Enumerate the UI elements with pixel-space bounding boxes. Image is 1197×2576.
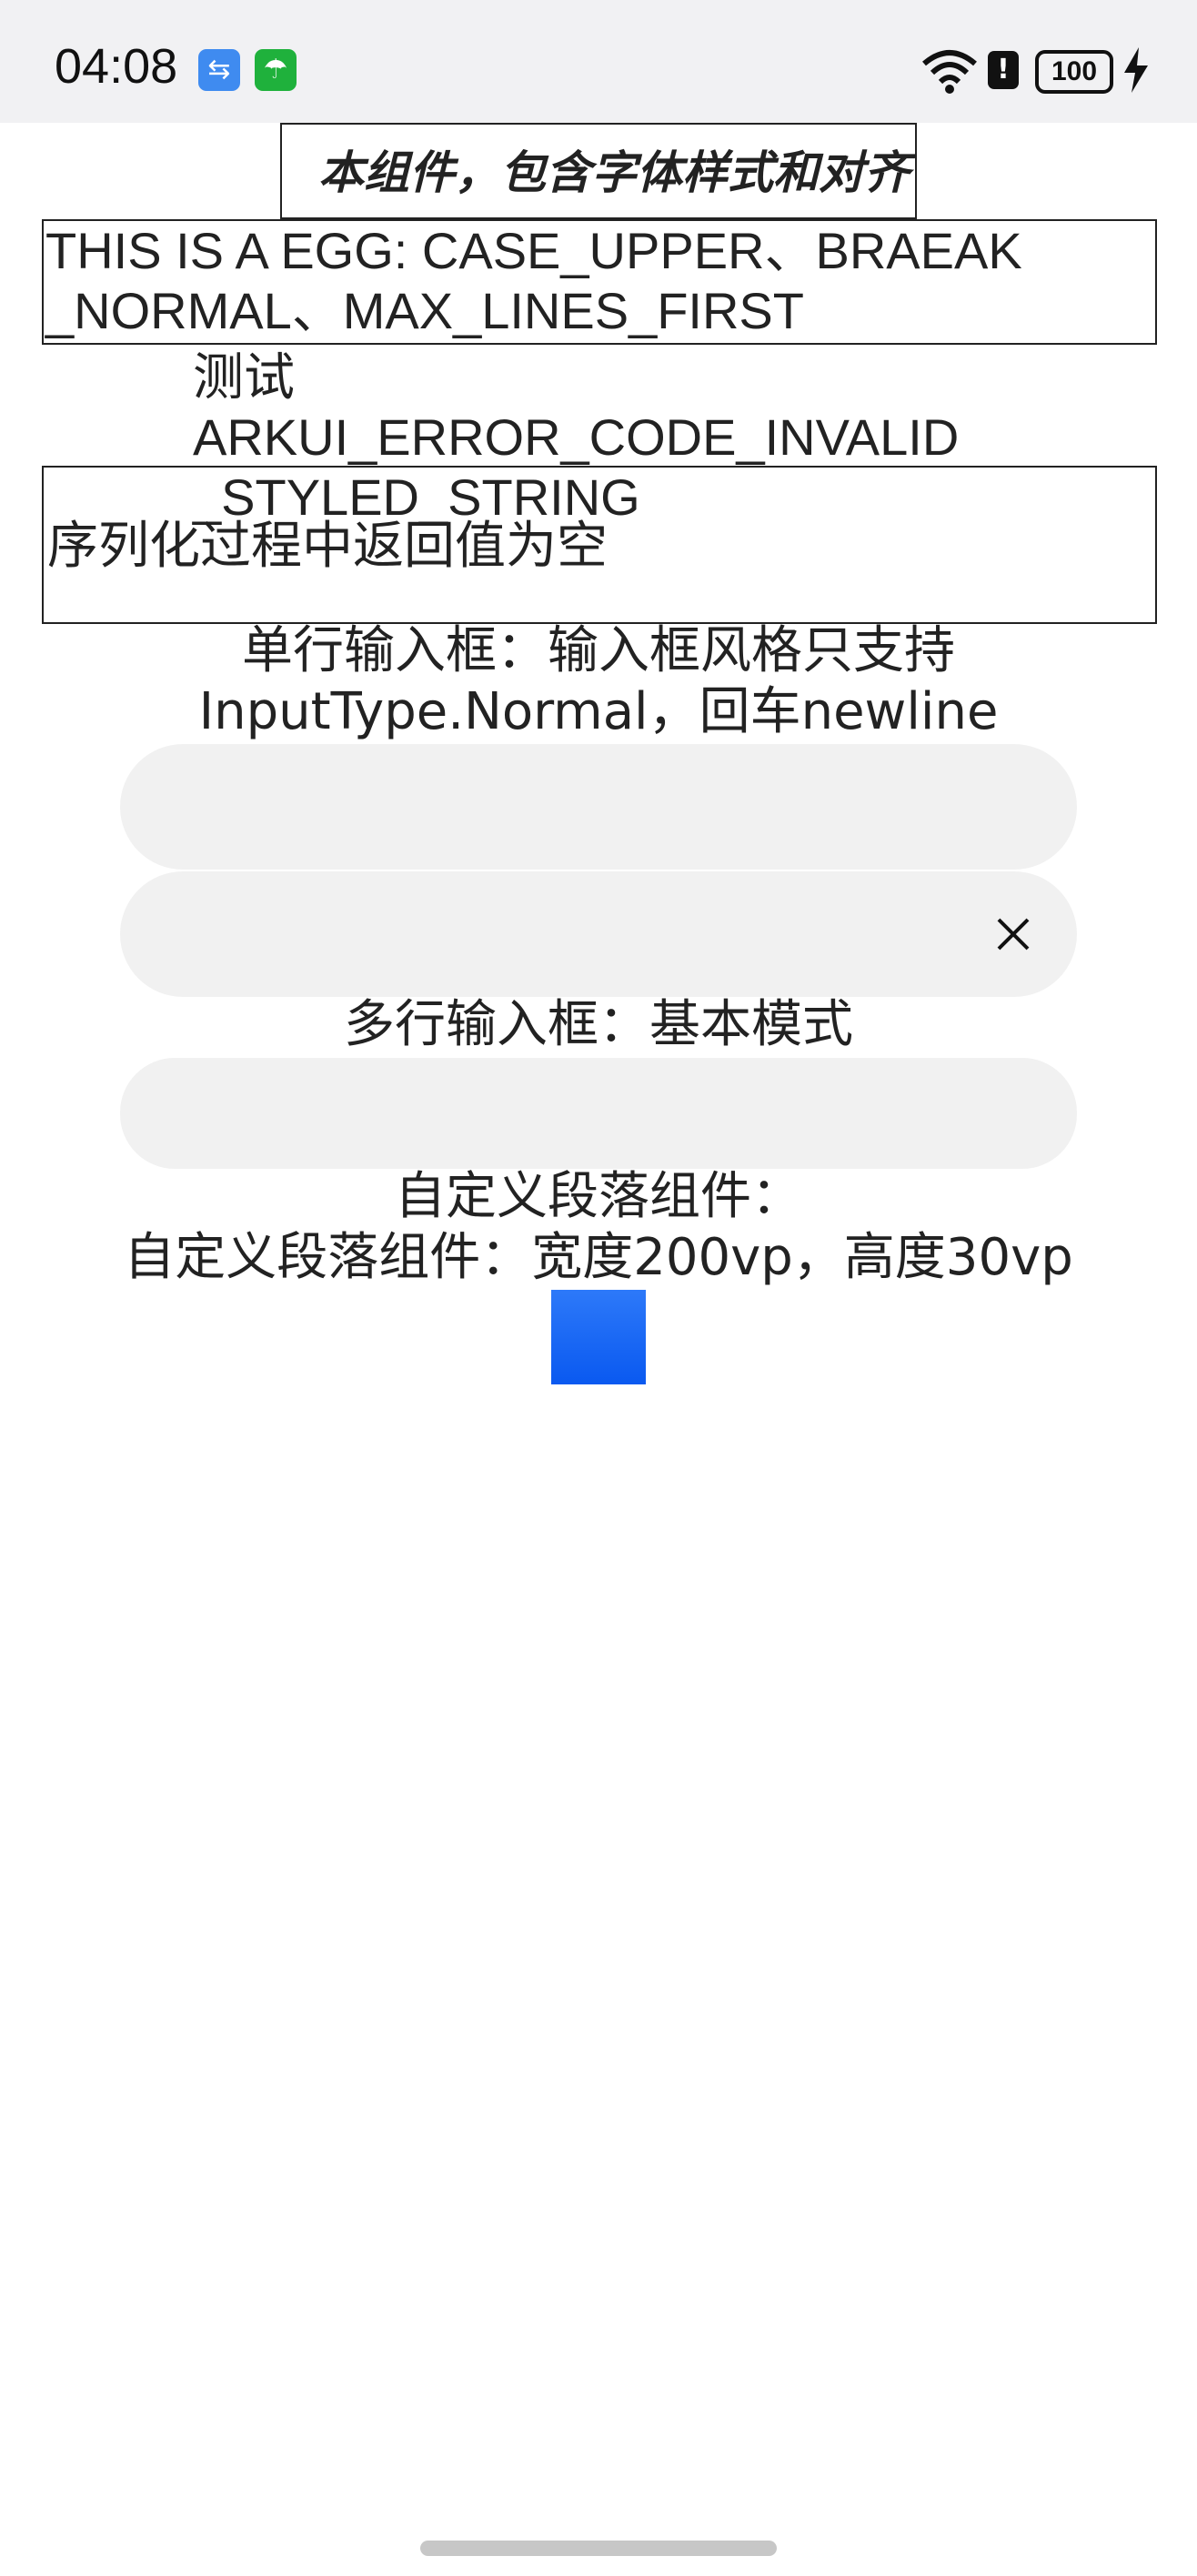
- single-input-label-line-2: InputType.Normal，回车newline: [198, 682, 999, 741]
- egg-line-1: THIS IS A EGG: CASE_UPPER、BRAEAK: [45, 222, 1022, 279]
- umbrella-app-icon: ☂: [255, 49, 297, 91]
- serialize-text-box: 序列化过程中返回值为空: [42, 466, 1157, 624]
- custom-paragraph-label-line-2: 自定义段落组件：宽度200vp，高度30vp: [124, 1228, 1073, 1287]
- egg-line-2: _NORMAL、MAX_LINES_FIRST: [45, 282, 804, 339]
- single-line-input[interactable]: [120, 744, 1077, 870]
- styled-text-title: 本组件，包含字体样式和对齐: [280, 123, 917, 219]
- clear-icon[interactable]: [995, 916, 1031, 952]
- status-bar: 04:08 ⇆ ☂ ! 100: [0, 0, 1197, 123]
- custom-paragraph-block: [551, 1290, 646, 1384]
- title-text: 本组件，包含字体样式和对齐: [318, 146, 910, 199]
- wifi-icon: [922, 50, 977, 94]
- status-time: 04:08: [55, 39, 178, 94]
- battery-icon: 100: [1035, 50, 1113, 94]
- usb-icon: ⇆: [198, 49, 240, 91]
- home-indicator[interactable]: [420, 2541, 777, 2556]
- charging-bolt-icon: [1124, 47, 1148, 93]
- custom-paragraph-label: 自定义段落组件： 自定义段落组件：宽度200vp，高度30vp: [0, 1166, 1197, 1288]
- single-line-input-clearable[interactable]: [120, 871, 1077, 997]
- egg-text-box: THIS IS A EGG: CASE_UPPER、BRAEAK _NORMAL…: [42, 219, 1157, 345]
- error-line-1: 测试ARKUI_ERROR_CODE_INVALID: [193, 348, 960, 466]
- multi-line-input[interactable]: [120, 1058, 1077, 1169]
- custom-paragraph-label-line-1: 自定义段落组件：: [395, 1167, 802, 1226]
- serialize-text: 序列化过程中返回值为空: [47, 517, 608, 576]
- single-input-label: 单行输入框：输入框风格只支持 InputType.Normal，回车newlin…: [0, 620, 1197, 742]
- multi-input-label: 多行输入框：基本模式: [344, 995, 853, 1054]
- alert-icon: !: [988, 51, 1019, 89]
- single-input-label-line-1: 单行输入框：输入框风格只支持: [242, 621, 955, 680]
